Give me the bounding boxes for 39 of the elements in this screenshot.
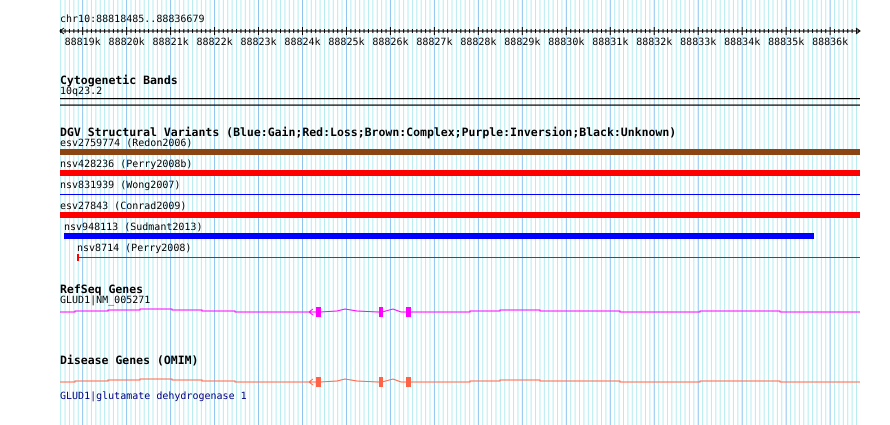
tick-label: 88824k xyxy=(283,37,322,48)
gene-model-drawing[interactable] xyxy=(60,307,860,317)
tick-label: 88836k xyxy=(811,37,850,48)
track-heading: Cytogenetic Bands xyxy=(60,74,178,86)
gene-label: GLUD1|NM_005271 xyxy=(60,295,150,306)
variant-label: esv27843 (Conrad2009) xyxy=(60,201,186,212)
variant-bar[interactable] xyxy=(64,233,814,239)
track-heading: Disease Genes (OMIM) xyxy=(60,354,198,366)
tick-label: 88833k xyxy=(679,37,718,48)
variant-bar[interactable] xyxy=(60,212,860,218)
tick-label: 88835k xyxy=(767,37,806,48)
band-label: 10q23.2 xyxy=(60,86,102,97)
variant-label: nsv428236 (Perry2008b) xyxy=(60,159,192,170)
tick-label: 88831k xyxy=(591,37,630,48)
tick-label: 88825k xyxy=(327,37,366,48)
tick-label: 88828k xyxy=(459,37,498,48)
variant-label: nsv831939 (Wong2007) xyxy=(60,180,180,191)
variant-label: nsv8714 (Perry2008) xyxy=(76,243,192,254)
tick-label: 88822k xyxy=(195,37,234,48)
tick-label: 88823k xyxy=(239,37,278,48)
tick-label: 88820k xyxy=(108,37,146,48)
tick-label: 88821k xyxy=(152,37,190,48)
tick-label: 88830k xyxy=(547,37,586,48)
variant-label: esv2759774 (Redon2006) xyxy=(60,138,192,149)
tick-label: 88834k xyxy=(723,37,762,48)
variant-bar[interactable] xyxy=(60,170,860,176)
variant-bar[interactable] xyxy=(60,149,860,155)
gene-model-drawing[interactable] xyxy=(60,377,860,387)
tick-label: 88827k xyxy=(415,37,454,48)
coordinate-range: chr10:88818485..88836679 xyxy=(60,14,204,26)
variant-label: nsv948113 (Sudmant2013) xyxy=(63,222,202,233)
tick-label: 88826k xyxy=(371,37,410,48)
disease-gene-link[interactable]: GLUD1|glutamate dehydrogenase 1 xyxy=(60,391,247,402)
variant-line[interactable] xyxy=(77,254,860,261)
track-heading: DGV Structural Variants (Blue:Gain;Red:Loss;Brown:Complex;Purple:Inversion;Black:Unknown) xyxy=(60,126,676,138)
tick-label: 88832k xyxy=(635,37,674,48)
track-heading: RefSeq Genes xyxy=(60,283,144,295)
tick-label: 88829k xyxy=(503,37,542,48)
tick-label: 88819k xyxy=(64,37,102,48)
